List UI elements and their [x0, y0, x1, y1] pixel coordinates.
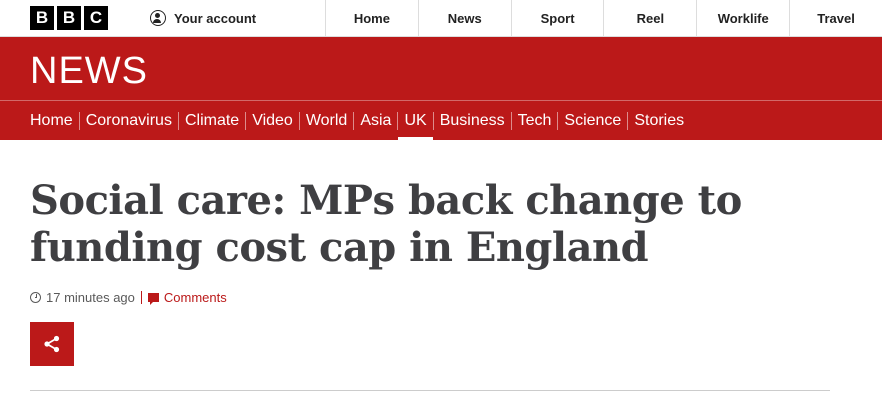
news-nav-stories[interactable]: Stories — [628, 112, 690, 130]
news-nav-home[interactable]: Home — [24, 111, 80, 130]
news-nav-video[interactable]: Video — [246, 111, 300, 130]
timestamp: 17 minutes ago — [46, 290, 135, 305]
news-header: NEWS Home Coronavirus Climate Video Worl… — [0, 37, 882, 141]
logo-letter-c: C — [84, 6, 108, 30]
clock-icon — [30, 292, 41, 303]
share-button[interactable] — [30, 322, 74, 366]
global-nav-reel[interactable]: Reel — [604, 0, 698, 36]
news-nav: Home Coronavirus Climate Video World Asi… — [0, 101, 882, 141]
bbc-logo[interactable]: B B C — [0, 0, 116, 36]
account-label: Your account — [174, 10, 257, 26]
news-nav-uk[interactable]: UK — [398, 111, 434, 141]
article: Social care: MPs back change to funding … — [0, 177, 882, 391]
your-account-link[interactable]: Your account — [116, 0, 326, 36]
news-nav-climate[interactable]: Climate — [179, 111, 247, 130]
news-logo[interactable]: NEWS — [0, 37, 882, 93]
news-nav-tech[interactable]: Tech — [512, 111, 559, 130]
logo-letter-b1: B — [30, 6, 54, 30]
logo-letter-b2: B — [57, 6, 81, 30]
global-nav-sport[interactable]: Sport — [512, 0, 605, 36]
comments-link[interactable]: Comments — [164, 290, 227, 305]
meta-divider — [140, 291, 142, 304]
global-nav-travel[interactable]: Travel — [790, 0, 882, 36]
content-divider — [30, 390, 830, 391]
news-nav-science[interactable]: Science — [558, 111, 629, 130]
masthead: NEWS — [0, 37, 882, 101]
global-nav-news[interactable]: News — [419, 0, 512, 36]
global-header: B B C Your account Home News Sport Reel … — [0, 0, 882, 37]
global-nav-home[interactable]: Home — [326, 0, 419, 36]
comment-icon — [147, 293, 159, 305]
article-headline: Social care: MPs back change to funding … — [30, 177, 742, 271]
news-nav-asia[interactable]: Asia — [354, 111, 399, 130]
global-nav: Home News Sport Reel Worklife Travel — [326, 0, 882, 36]
share-icon — [44, 335, 60, 353]
news-nav-business[interactable]: Business — [434, 111, 512, 130]
article-meta: 17 minutes ago Comments — [30, 290, 852, 305]
news-nav-world[interactable]: World — [300, 111, 355, 130]
global-nav-worklife[interactable]: Worklife — [697, 0, 791, 36]
user-circle-icon — [150, 10, 166, 26]
news-nav-coronavirus[interactable]: Coronavirus — [80, 111, 179, 130]
